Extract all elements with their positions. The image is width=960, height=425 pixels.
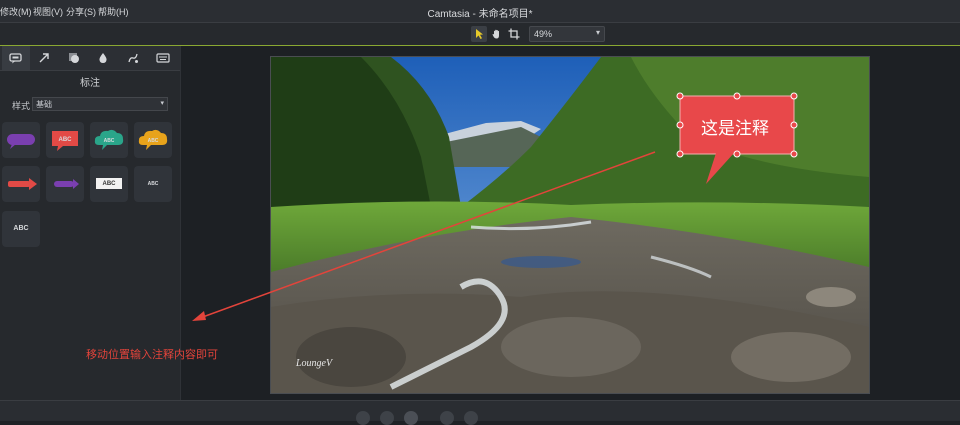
zoom-value: 49% [534,29,553,39]
video-watermark: LoungeV [296,358,333,369]
zoom-select[interactable]: 49% ▾ [529,26,605,42]
hand-icon[interactable] [489,26,505,42]
window-title: Camtasia - 未命名项目* [427,9,533,20]
instruction-text: 移动位置输入注释内容即可 [86,348,218,361]
callout-thumb-red-arrow[interactable] [2,166,40,202]
chevron-down-icon: ▾ [595,28,600,37]
sketch-tab-icon[interactable] [119,46,147,70]
video-preview[interactable] [270,56,870,394]
panel-title: 标注 [80,78,100,89]
rewind-icon[interactable] [380,411,394,425]
style-dropdown[interactable]: 基础 ▾ [32,97,168,111]
menu-bar: 修改(M) 视图(V) 分享(S) 帮助(H) Camtasia - 未命名项目… [0,0,960,23]
chevron-down-icon: ▾ [160,100,164,107]
thumb-abc-text: ABC [147,181,159,187]
callout-thumb-red-rectangle[interactable]: ABC [46,122,84,158]
callout-thumb-plain-text-small[interactable]: ABC [134,166,172,202]
callout-text[interactable]: 这是注释 [680,114,790,139]
callout-thumb-purple-arrow[interactable] [46,166,84,202]
shape-tab-icon[interactable] [60,46,88,70]
callout-thumb-white-box[interactable]: ABC [90,166,128,202]
crop-icon[interactable] [506,26,522,42]
callout-tab-icon[interactable] [2,46,30,70]
thumb-abc-text: ABC [102,181,116,187]
callout-shape[interactable] [676,92,801,188]
pointer-icon[interactable] [471,26,487,42]
thumb-abc-text: ABC [103,138,115,144]
thumb-abc-text: ABC [13,225,29,232]
play-icon[interactable] [404,411,418,425]
step-back-icon[interactable] [356,411,370,425]
keystroke-tab-icon[interactable] [149,46,177,70]
style-label: 样式 [12,101,31,111]
forward-icon[interactable] [440,411,454,425]
annotation-type-tabs [0,46,180,71]
callout-thumb-yellow-cloud[interactable]: ABC [134,122,172,158]
step-forward-icon[interactable] [464,411,478,425]
callout-thumb-plain-text[interactable]: ABC [2,211,40,247]
thumb-abc-text: ABC [147,138,159,144]
callout-thumb-teal-cloud[interactable]: ABC [90,122,128,158]
canvas-toolbar: 49% ▾ [0,23,960,46]
blur-tab-icon[interactable] [89,46,117,70]
playback-bar [0,400,960,425]
thumb-abc-text: ABC [58,137,72,143]
style-value: 基础 [36,100,52,109]
callout-thumb-purple-speech[interactable] [2,122,40,158]
arrow-tab-icon[interactable] [30,46,58,70]
